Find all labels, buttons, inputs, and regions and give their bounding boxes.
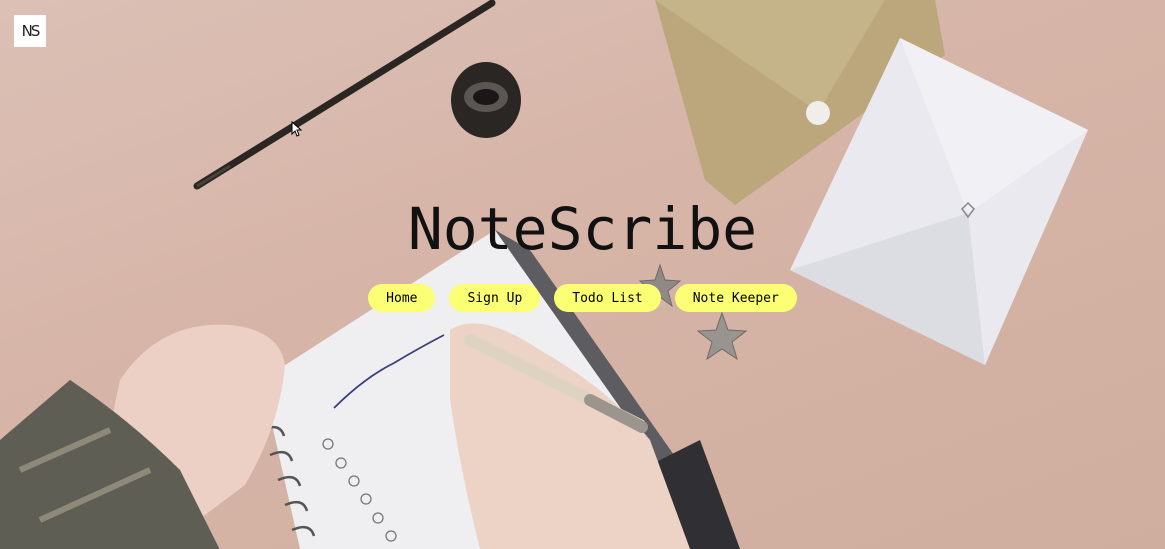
nav-note-keeper-button[interactable]: Note Keeper (674, 284, 797, 312)
page-title: NoteScribe (407, 195, 758, 263)
main-nav: Home Sign Up Todo List Note Keeper (0, 284, 1165, 312)
nav-signup-button[interactable]: Sign Up (449, 284, 541, 312)
nav-home-button[interactable]: Home (368, 284, 436, 312)
logo-text: NS (21, 22, 41, 40)
nav-todo-list-button[interactable]: Todo List (554, 284, 661, 312)
hero-background (0, 0, 1165, 549)
mouse-cursor-icon (291, 121, 303, 137)
site-logo[interactable]: NS (14, 15, 46, 47)
quill-pen-image (193, 0, 496, 190)
star-decoration-image (638, 263, 748, 361)
ink-bottle-image (451, 62, 521, 138)
desk-photo (0, 0, 1088, 549)
